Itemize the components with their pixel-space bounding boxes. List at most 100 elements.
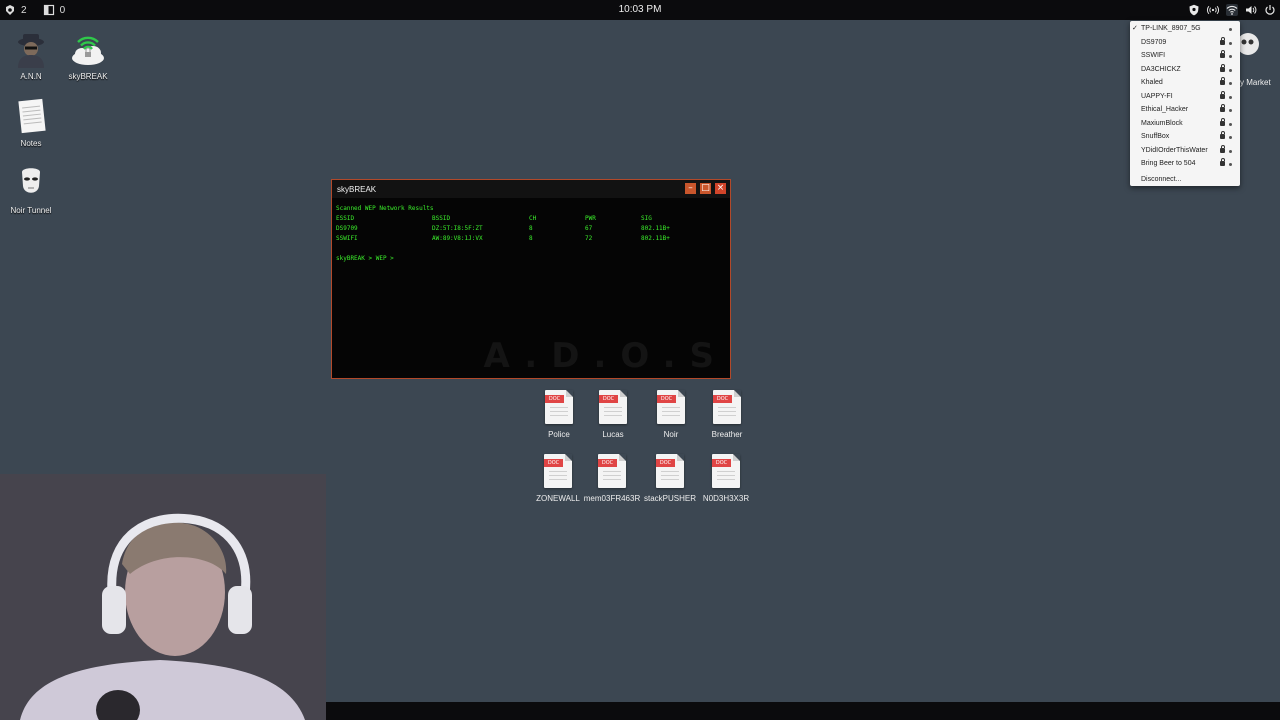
mask-icon [12, 164, 50, 202]
lock-icon [1220, 77, 1225, 85]
window-title: skyBREAK [337, 184, 377, 194]
file-n0d3h3x3r[interactable]: DOC N0D3H3X3R [696, 454, 756, 503]
broadcast-icon[interactable] [1207, 4, 1219, 16]
notification-icon [4, 4, 16, 16]
minimize-button[interactable]: – [685, 183, 696, 194]
lock-icon [1220, 117, 1225, 126]
signal-icon [1229, 68, 1232, 72]
table-cell: DS9709 [336, 225, 358, 232]
column-header: PWR [585, 215, 596, 222]
network-item[interactable]: DA3CHICKZ [1130, 63, 1240, 77]
signal-icon [1229, 41, 1232, 45]
file-zonewall[interactable]: DOC ZONEWALL [528, 454, 588, 503]
network-item[interactable]: MaxiumBlock [1130, 117, 1240, 131]
network-name: DS9709 [1141, 38, 1167, 46]
table-cell: AW:89:V8:1J:VX [432, 235, 483, 242]
doc-file-icon: DOC [544, 454, 572, 488]
network-name: SSWIFI [1141, 52, 1166, 59]
desktop-icon-label: Noir Tunnel [10, 206, 52, 215]
network-name: DA3CHICKZ [1141, 65, 1181, 73]
network-item[interactable]: SnuffBox [1130, 130, 1240, 144]
network-name: MaxiumBlock [1141, 119, 1183, 127]
file-label: stackPUSHER [643, 494, 696, 503]
desktop-icon-noir-tunnel[interactable]: Noir Tunnel [1, 164, 61, 215]
table-cell: 802.11B+ [641, 225, 670, 232]
window-icon [43, 4, 55, 16]
doc-file-icon: DOC [599, 390, 627, 424]
wifi-icon[interactable] [1226, 4, 1238, 16]
file-stackpusher[interactable]: DOC stackPUSHER [640, 454, 700, 503]
column-header: SIG [641, 215, 652, 222]
watermark: A.D.O.S [483, 336, 728, 376]
network-name: UAPPY-FI [1141, 92, 1173, 100]
top-bar: 2 0 10:03 PM [0, 0, 1280, 20]
close-button[interactable]: × [715, 183, 726, 194]
volume-icon[interactable] [1245, 4, 1257, 16]
disconnect-button[interactable]: Disconnect... [1130, 173, 1240, 187]
file-label: Lucas [602, 430, 624, 439]
window-titlebar[interactable]: skyBREAK – □ × [332, 180, 730, 198]
network-item[interactable]: YDidIOrderThisWater [1130, 144, 1240, 158]
doc-file-icon: DOC [712, 454, 740, 488]
lock-icon [1220, 63, 1225, 72]
network-name: TP-LINK_8907_5G [1141, 25, 1201, 32]
desktop-icon-label: Notes [20, 139, 42, 148]
desktop-icon-notes[interactable]: Notes [1, 97, 61, 148]
column-header: ESSID [336, 215, 355, 222]
desktop-icon-market[interactable] [1237, 28, 1278, 68]
network-item[interactable]: UAPPY-FI [1130, 90, 1240, 104]
column-header: CH [529, 215, 537, 222]
lock-icon [1220, 144, 1225, 153]
notepad-icon [12, 97, 50, 135]
maximize-button[interactable]: □ [700, 183, 711, 194]
network-item[interactable]: DS9709 [1130, 36, 1240, 50]
doc-file-icon: DOC [713, 390, 741, 424]
table-header: ESSID BSSID CH PWR SIG [336, 214, 726, 224]
signal-icon [1229, 163, 1232, 166]
terminal-prompt[interactable]: skyBREAK > WEP > [336, 254, 726, 264]
network-item[interactable]: Bring Beer to 504 [1130, 157, 1240, 171]
network-name: Khaled [1141, 79, 1163, 86]
file-label: Police [548, 430, 570, 439]
table-cell: 8 [529, 235, 533, 242]
terminal-output[interactable]: Scanned WEP Network Results ESSID BSSID … [332, 198, 730, 270]
network-item[interactable]: ✓ TP-LINK_8907_5G [1130, 22, 1240, 36]
file-label: N0D3H3X3R [702, 494, 750, 503]
file-label: Breather [711, 430, 743, 439]
file-noir[interactable]: DOC Noir [641, 390, 701, 439]
network-name: YDidIOrderThisWater [1141, 146, 1208, 154]
table-row: DS9709 DZ:5T:I8:5F:ZT 8 67 802.11B+ [336, 224, 726, 234]
workspace-indicator[interactable]: 2 [4, 4, 27, 16]
desktop-icon-skybreak[interactable]: skyBREAK [58, 30, 118, 81]
network-name: Bring Beer to 504 [1141, 160, 1196, 167]
doc-file-icon: DOC [657, 390, 685, 424]
terminal-heading: Scanned WEP Network Results [336, 205, 434, 212]
checkmark-icon: ✓ [1132, 25, 1138, 32]
file-lucas[interactable]: DOC Lucas [583, 390, 643, 439]
shield-icon[interactable] [1188, 4, 1200, 16]
skybreak-wifi-icon [69, 30, 107, 68]
desktop-icon-ann[interactable]: A.N.N [1, 30, 61, 81]
file-mem03fr463r[interactable]: DOC mem03FR463R [582, 454, 642, 503]
signal-icon [1229, 122, 1232, 126]
power-icon[interactable] [1264, 4, 1276, 16]
lock-icon [1220, 50, 1225, 58]
table-cell: 72 [585, 235, 593, 242]
file-breather[interactable]: DOC Breather [697, 390, 757, 439]
network-name: Ethical_Hacker [1141, 106, 1189, 113]
table-cell: 802.11B+ [641, 235, 670, 242]
lock-icon [1220, 104, 1225, 112]
webcam-overlay [0, 474, 326, 720]
table-cell: 67 [585, 225, 593, 232]
file-label: Noir [663, 430, 679, 439]
skybreak-window[interactable]: skyBREAK – □ × Scanned WEP Network Resul… [331, 179, 731, 379]
network-item[interactable]: Ethical_Hacker [1130, 103, 1240, 117]
table-cell: SSWIFI [336, 235, 358, 242]
skull-icon [1237, 33, 1259, 55]
file-police[interactable]: DOC Police [529, 390, 589, 439]
window-indicator[interactable]: 0 [43, 4, 65, 16]
network-item[interactable]: Khaled [1130, 76, 1240, 90]
network-item[interactable]: SSWIFI [1130, 49, 1240, 63]
bottom-bar [326, 702, 1280, 720]
signal-icon [1229, 136, 1232, 139]
